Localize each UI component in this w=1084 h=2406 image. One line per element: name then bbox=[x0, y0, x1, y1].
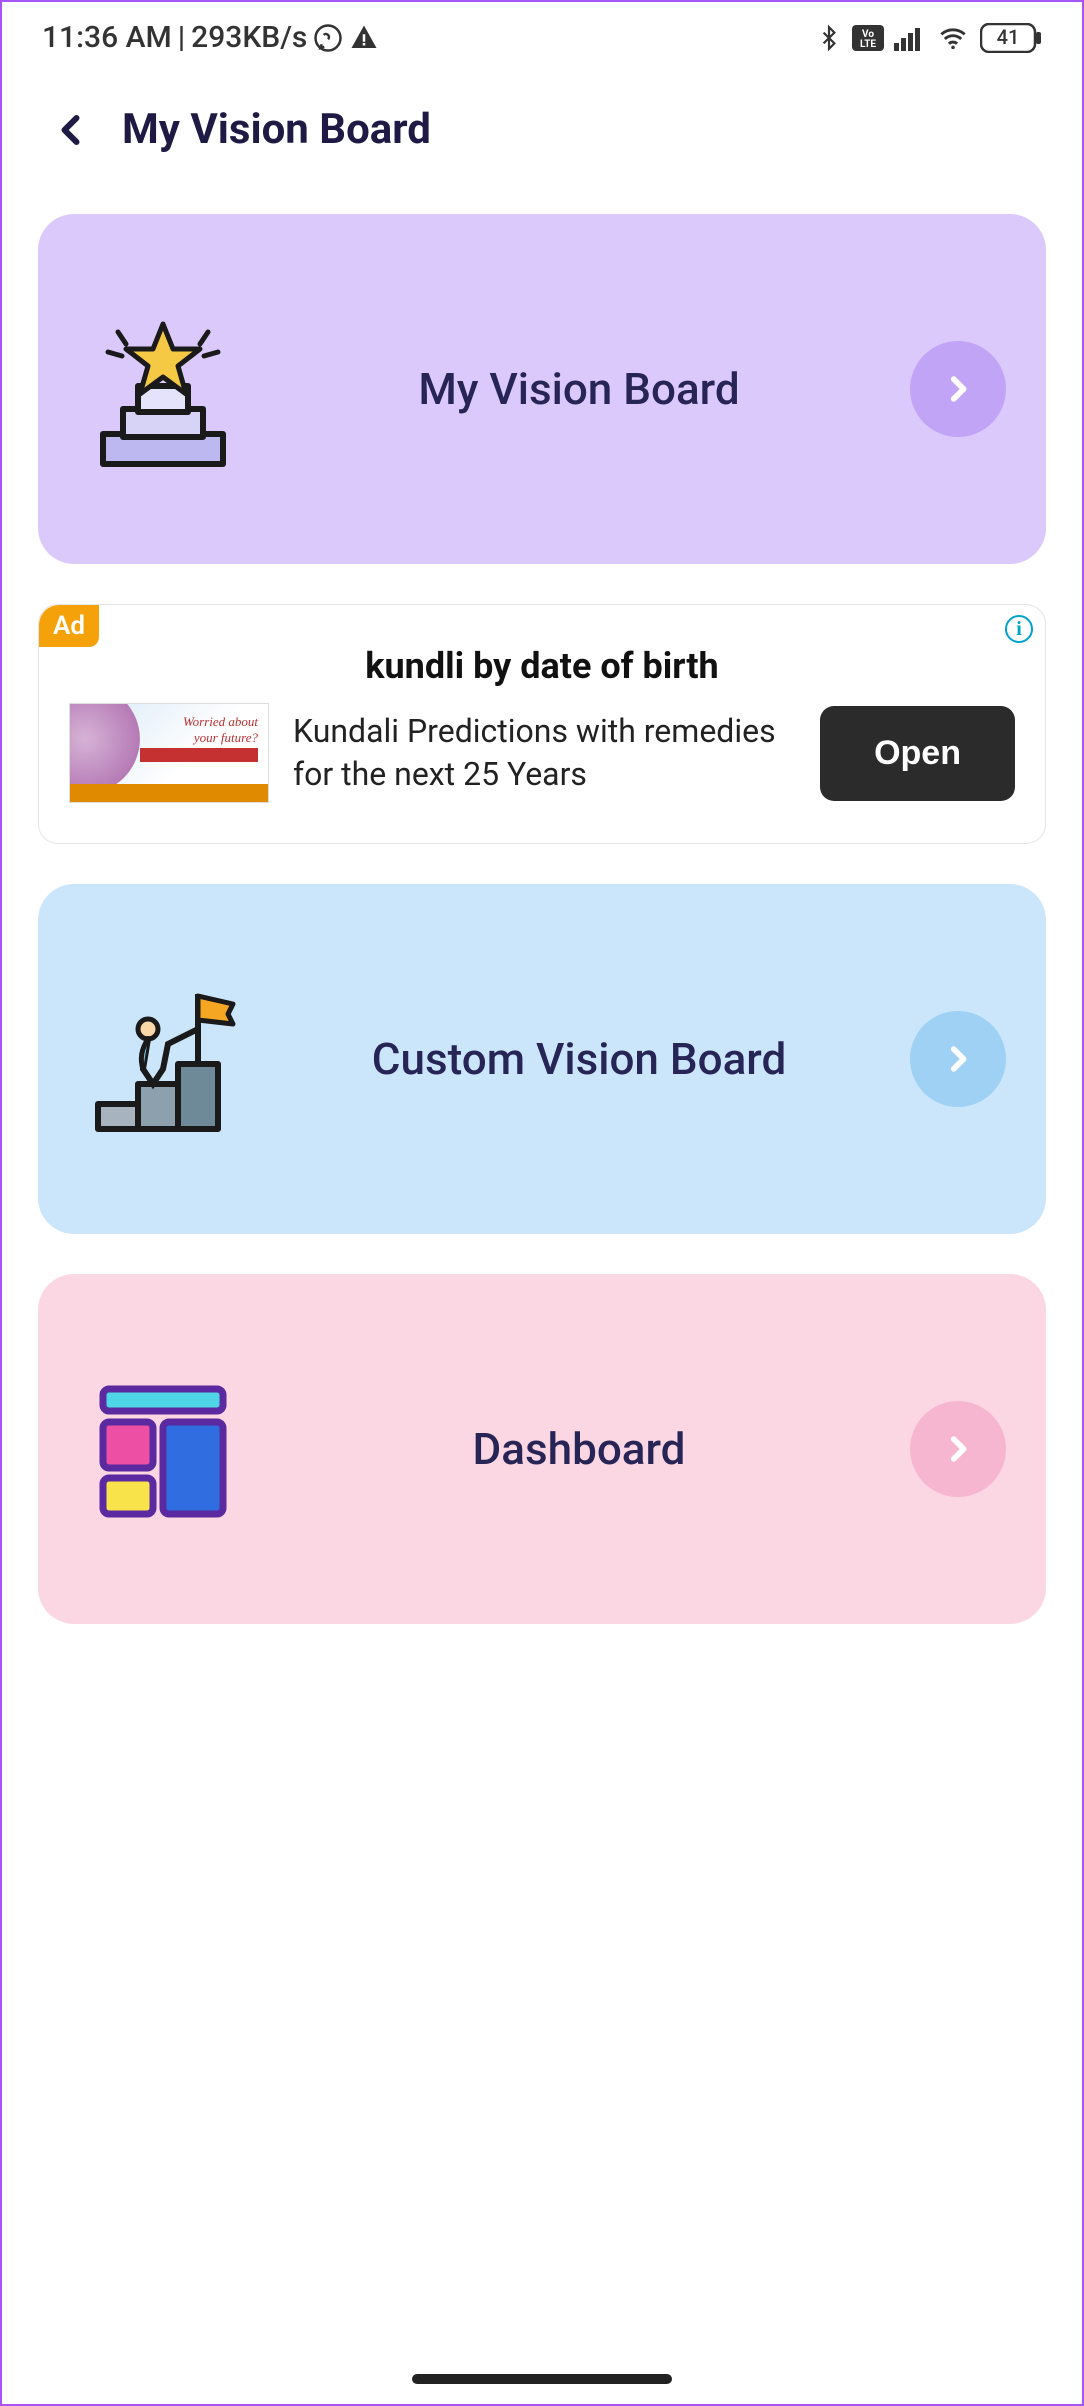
home-indicator[interactable] bbox=[412, 2374, 672, 2384]
chevron-right-icon bbox=[941, 1042, 975, 1076]
chevron-right-icon bbox=[941, 372, 975, 406]
dashboard-tiles-icon bbox=[78, 1364, 248, 1534]
ad-body: Worried about your future? Kundali Predi… bbox=[69, 703, 1015, 803]
card-label: My Vision Board bbox=[248, 363, 910, 415]
ad-thumbnail: Worried about your future? bbox=[69, 703, 269, 803]
cards-container: My Vision Board Ad i kundli by date of b… bbox=[2, 184, 1082, 1624]
chevron-left-icon bbox=[54, 112, 90, 148]
warning-icon bbox=[349, 23, 379, 53]
card-arrow-button[interactable] bbox=[910, 1011, 1006, 1107]
ad-badge: Ad bbox=[39, 605, 99, 647]
card-my-vision-board[interactable]: My Vision Board bbox=[38, 214, 1046, 564]
volte-icon: VoLTE bbox=[852, 25, 884, 51]
status-separator: | bbox=[178, 20, 185, 55]
app-header: My Vision Board bbox=[2, 65, 1082, 184]
wifi-icon bbox=[936, 24, 970, 52]
status-right: VoLTE 41 bbox=[816, 23, 1042, 53]
signal-icon bbox=[894, 25, 926, 51]
card-arrow-button[interactable] bbox=[910, 1401, 1006, 1497]
status-time: 11:36 AM bbox=[42, 20, 172, 55]
battery-text: 41 bbox=[997, 25, 1020, 49]
chevron-right-icon bbox=[941, 1432, 975, 1466]
bluetooth-icon bbox=[816, 23, 842, 53]
ad-thumb-line1: Worried about bbox=[183, 714, 258, 730]
card-arrow-button[interactable] bbox=[910, 341, 1006, 437]
battery-icon: 41 bbox=[980, 23, 1042, 53]
ad-title: kundli by date of birth bbox=[69, 645, 1015, 687]
ad-info-icon[interactable]: i bbox=[1005, 615, 1033, 643]
card-custom-vision-board[interactable]: Custom Vision Board bbox=[38, 884, 1046, 1234]
page-title: My Vision Board bbox=[122, 105, 431, 154]
ad-card[interactable]: Ad i kundli by date of birth Worried abo… bbox=[38, 604, 1046, 844]
card-label: Dashboard bbox=[248, 1423, 910, 1475]
status-data-rate: 293KB/s bbox=[191, 20, 307, 55]
svg-text:LTE: LTE bbox=[860, 39, 876, 50]
card-label: Custom Vision Board bbox=[248, 1033, 910, 1085]
trophy-star-icon bbox=[78, 304, 248, 474]
status-bar: 11:36 AM | 293KB/s VoLTE 41 bbox=[2, 2, 1082, 65]
status-left: 11:36 AM | 293KB/s bbox=[42, 20, 379, 55]
whatsapp-icon bbox=[313, 23, 343, 53]
ad-open-button[interactable]: Open bbox=[820, 706, 1015, 801]
card-dashboard[interactable]: Dashboard bbox=[38, 1274, 1046, 1624]
back-button[interactable] bbox=[50, 108, 94, 152]
person-flag-icon bbox=[78, 974, 248, 1144]
ad-thumb-line2: your future? bbox=[194, 730, 258, 746]
ad-description: Kundali Predictions with remedies for th… bbox=[293, 710, 796, 796]
